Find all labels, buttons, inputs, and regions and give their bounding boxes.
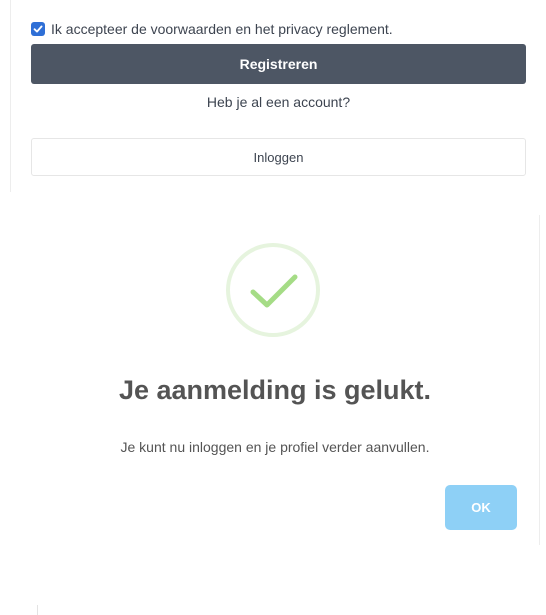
account-question: Heb je al een account? [206, 94, 351, 110]
register-button[interactable]: Registreren [31, 44, 526, 84]
terms-label: Ik accepteer de voorwaarden en het priva… [51, 21, 393, 37]
check-icon [33, 25, 43, 33]
ok-button[interactable]: OK [445, 485, 517, 530]
terms-checkbox[interactable] [31, 22, 45, 36]
checkmark-success-icon [226, 243, 320, 337]
modal-message: Je kunt nu inloggen en je profiel verder… [120, 439, 430, 455]
modal-title: Je aanmelding is gelukt. [118, 375, 432, 405]
divider [37, 605, 38, 615]
registration-form: Ik accepteer de voorwaarden en het priva… [10, 0, 541, 192]
terms-row[interactable]: Ik accepteer de voorwaarden en het priva… [31, 20, 393, 38]
success-modal: Je aanmelding is gelukt. Je kunt nu inlo… [40, 215, 540, 545]
login-button[interactable]: Inloggen [31, 138, 526, 176]
